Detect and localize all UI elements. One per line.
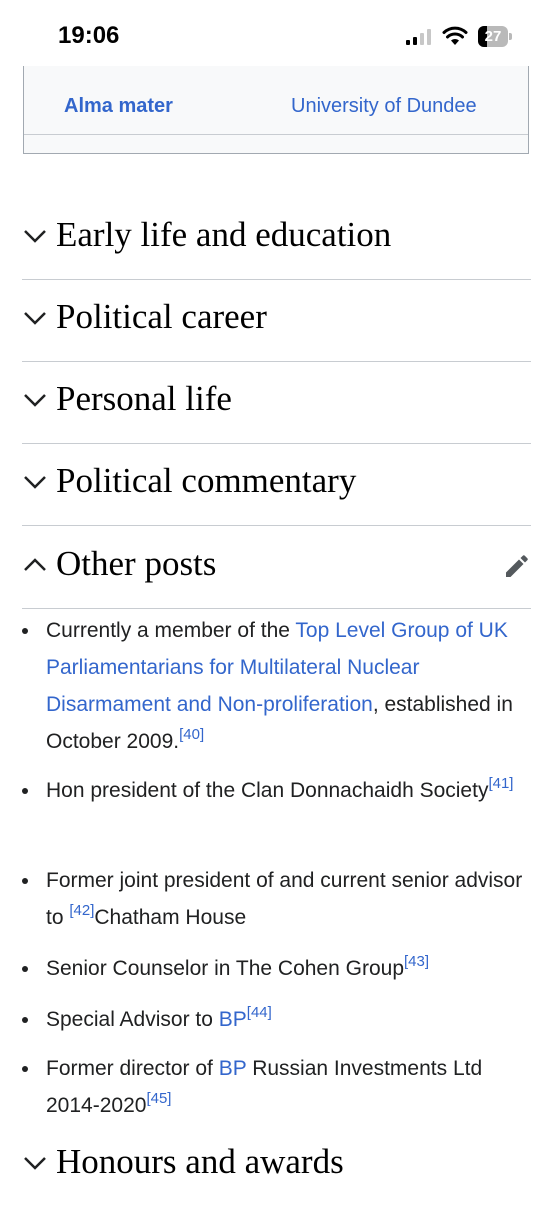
chevron-down-icon — [24, 394, 46, 407]
citation-ref[interactable]: [40] — [179, 726, 204, 743]
section-title: Political commentary — [56, 461, 357, 500]
section-title: Other posts — [56, 544, 217, 583]
link-bp[interactable]: BP — [219, 1057, 247, 1080]
status-bar: 19:06 27 — [0, 0, 554, 70]
citation-ref[interactable]: [44] — [247, 1004, 272, 1021]
citation-ref[interactable]: [41] — [488, 775, 513, 792]
citation-ref[interactable]: [45] — [146, 1090, 171, 1107]
section-personal-life[interactable]: Personal life — [22, 361, 531, 444]
edit-pencil-icon[interactable] — [503, 552, 531, 580]
cellular-signal-icon — [406, 29, 432, 45]
status-time: 19:06 — [58, 22, 120, 49]
battery-level-text: 27 — [484, 28, 502, 45]
chevron-down-icon — [24, 230, 46, 243]
chevron-up-icon — [24, 558, 46, 571]
section-honours-and-awards[interactable]: Honours and awards — [22, 1124, 531, 1206]
list-item: Hon president of the Clan Donnachaidh So… — [22, 772, 536, 809]
section-political-career[interactable]: Political career — [22, 279, 531, 362]
chevron-down-icon — [24, 1157, 46, 1170]
link-bp[interactable]: BP — [219, 1008, 247, 1031]
section-title: Personal life — [56, 379, 232, 418]
list-item: Former joint president of and current se… — [22, 862, 536, 936]
section-other-posts[interactable]: Other posts — [22, 526, 531, 609]
citation-ref[interactable]: [42] — [69, 902, 94, 919]
section-early-life[interactable]: Early life and education — [22, 197, 531, 280]
list-item: Currently a member of the Top Level Grou… — [22, 612, 536, 760]
battery-icon: 27 — [478, 26, 512, 47]
list-item: Former director of BP Russian Investment… — [22, 1050, 536, 1124]
infobox-label[interactable]: Alma mater — [64, 66, 234, 146]
citation-ref[interactable]: [43] — [404, 953, 429, 970]
section-title: Political career — [56, 297, 267, 336]
wifi-icon — [442, 26, 468, 45]
chevron-down-icon — [24, 312, 46, 325]
list-item: Senior Counselor in The Cohen Group[43] — [22, 950, 536, 987]
list-item: Special Advisor to BP[44] — [22, 1001, 536, 1038]
section-political-commentary[interactable]: Political commentary — [22, 443, 531, 526]
infobox-row-alma-mater: Alma mater University of Dundee — [24, 66, 528, 135]
infobox: Alma mater University of Dundee — [23, 66, 529, 154]
section-title: Honours and awards — [56, 1142, 344, 1181]
section-title: Early life and education — [56, 215, 392, 254]
chevron-down-icon — [24, 476, 46, 489]
infobox-value-link[interactable]: University of Dundee — [291, 66, 521, 146]
